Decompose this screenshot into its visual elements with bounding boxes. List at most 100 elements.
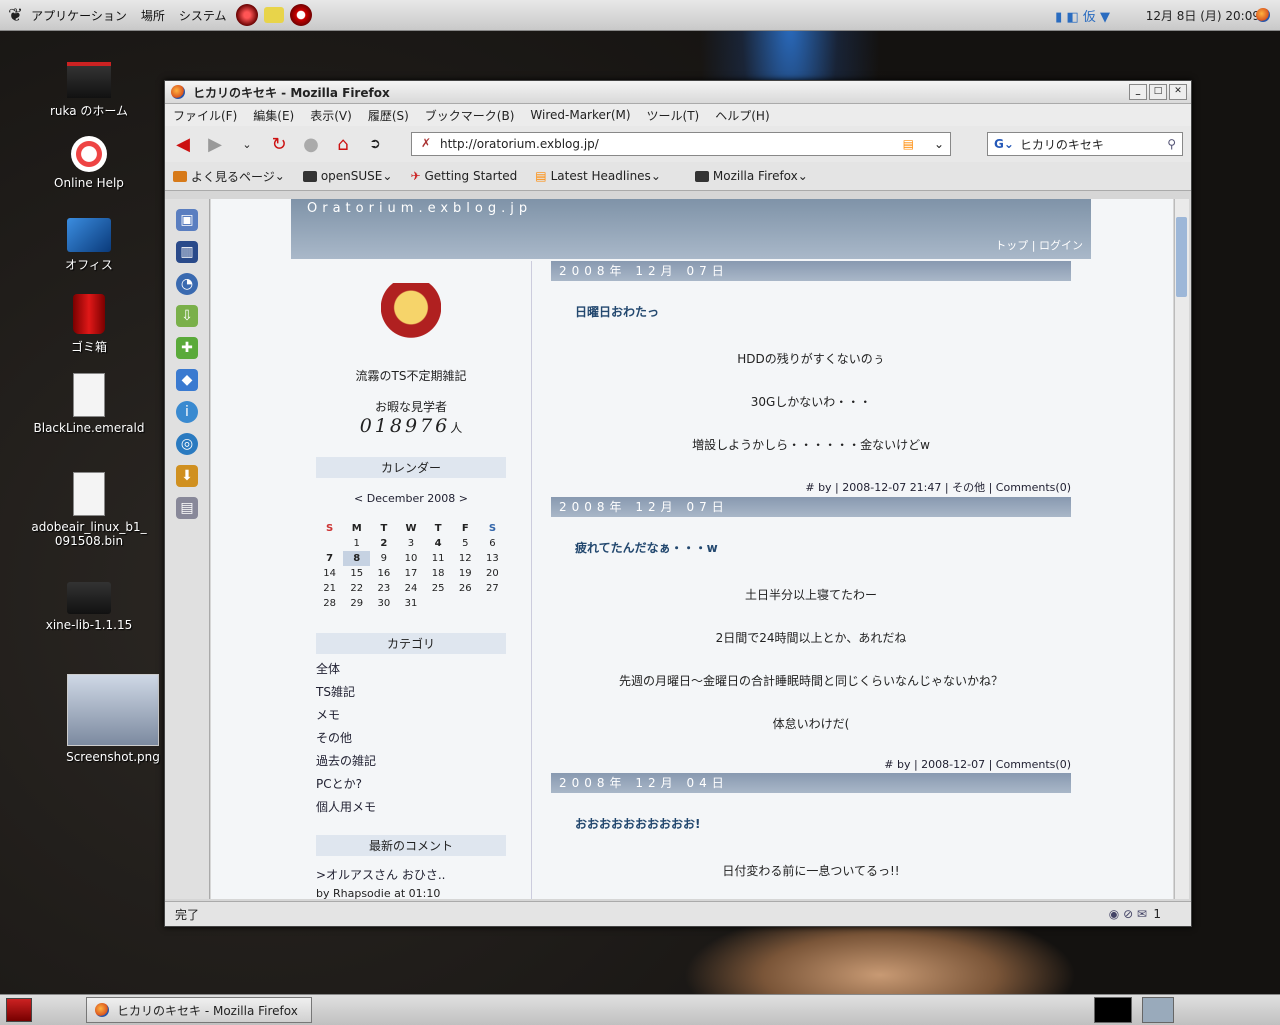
rss-icon[interactable]: ▤: [903, 137, 914, 151]
desktop-icon-help[interactable]: Online Help: [29, 136, 149, 190]
calendar-day[interactable]: 10: [397, 551, 424, 566]
window-titlebar[interactable]: ヒカリのキセキ - Mozilla Firefox _ □ ✕: [165, 81, 1191, 104]
search-input[interactable]: ヒカリのキセキ: [1020, 136, 1104, 153]
launcher-icon[interactable]: [235, 4, 258, 26]
calendar-day[interactable]: 7: [316, 551, 343, 566]
calendar-day[interactable]: 16: [370, 566, 397, 581]
addon-puzzle-icon[interactable]: ✚: [176, 337, 198, 359]
workspace-switcher-2[interactable]: [1142, 997, 1174, 1023]
desktop-icon-blackline[interactable]: BlackLine.emerald: [29, 373, 149, 435]
category-link[interactable]: 個人用メモ: [316, 798, 531, 815]
vertical-scrollbar[interactable]: [1174, 199, 1189, 899]
history-dropdown-icon[interactable]: ⌄: [233, 133, 261, 155]
calendar-day[interactable]: 15: [343, 566, 370, 581]
menu-wired-marker[interactable]: Wired-Marker(M): [522, 108, 638, 122]
calendar-day[interactable]: 9: [370, 551, 397, 566]
calendar-day[interactable]: 21: [316, 581, 343, 596]
desktop-icon-office[interactable]: オフィス: [29, 218, 149, 273]
calendar-day[interactable]: 26: [452, 581, 479, 596]
calendar-day[interactable]: 29: [343, 596, 370, 611]
calendar-day[interactable]: 27: [479, 581, 506, 596]
minimize-button[interactable]: _: [1129, 84, 1147, 100]
tray-icons[interactable]: ▮ ◧ 仮 ▼: [1055, 6, 1110, 25]
calendar-day[interactable]: 31: [397, 596, 424, 611]
calendar-day[interactable]: 18: [425, 566, 452, 581]
calendar-day[interactable]: 25: [425, 581, 452, 596]
menu-applications[interactable]: アプリケーション: [31, 7, 127, 24]
clock-icon[interactable]: ◔: [176, 273, 198, 295]
menu-bookmarks[interactable]: ブックマーク(B): [417, 107, 523, 124]
gnome-foot-icon[interactable]: ❦: [8, 5, 23, 26]
forward-button[interactable]: ▶: [201, 133, 229, 155]
post-title[interactable]: おおおおおおおおおお!: [575, 815, 1071, 832]
post-title[interactable]: 日曜日おわたっ: [575, 303, 1071, 320]
header-links[interactable]: トップ | ログイン: [995, 237, 1083, 253]
menu-edit[interactable]: 編集(E): [245, 107, 302, 124]
category-link[interactable]: TS雑記: [316, 683, 531, 700]
calendar-day[interactable]: 13: [479, 551, 506, 566]
post-meta[interactable]: # by | 2008-12-07 21:47 | その他 | Comments…: [551, 479, 1071, 495]
calendar-day[interactable]: 24: [397, 581, 424, 596]
category-link[interactable]: 過去の雑記: [316, 752, 531, 769]
workspace-switcher[interactable]: [1094, 997, 1132, 1023]
scrollbar-thumb[interactable]: [1176, 217, 1187, 297]
blog-site-name[interactable]: Oratorium.exblog.jp: [307, 201, 532, 216]
info-icon[interactable]: i: [176, 401, 198, 423]
calendar-day[interactable]: 5: [452, 536, 479, 551]
menu-places[interactable]: 場所: [141, 7, 165, 24]
power-icon[interactable]: [289, 4, 312, 26]
bookmark-getting-started[interactable]: ✈ Getting Started: [410, 169, 517, 183]
close-button[interactable]: ✕: [1169, 84, 1187, 100]
bookmark-mozilla-firefox[interactable]: Mozilla Firefox ⌄: [694, 169, 808, 183]
menu-tools[interactable]: ツール(T): [639, 107, 708, 124]
reload-icon[interactable]: ↻: [265, 133, 293, 155]
url-dropdown-icon[interactable]: ⌄: [934, 137, 944, 151]
calendar-day[interactable]: 6: [479, 536, 506, 551]
taskbar-button-firefox[interactable]: ヒカリのキセキ - Mozilla Firefox: [86, 997, 312, 1023]
calendar-day[interactable]: 2: [370, 536, 397, 551]
calendar-day[interactable]: 11: [425, 551, 452, 566]
calendar-month[interactable]: < December 2008 >: [316, 492, 506, 505]
post-title[interactable]: 疲れてたんだなぁ・・・w: [575, 539, 1071, 556]
calendar-day[interactable]: 28: [316, 596, 343, 611]
stop-icon[interactable]: ●: [297, 133, 325, 155]
calendar-day[interactable]: 14: [316, 566, 343, 581]
search-icon[interactable]: ⚲: [1167, 137, 1176, 151]
calendar-day[interactable]: 22: [343, 581, 370, 596]
menu-help[interactable]: ヘルプ(H): [707, 107, 777, 124]
url-bar[interactable]: ✗ http://oratorium.exblog.jp/ ▤ ⌄: [411, 132, 951, 156]
calendar-day[interactable]: 1: [343, 536, 370, 551]
bookmark-most-visited[interactable]: よく見るページ ⌄: [173, 168, 285, 185]
category-link[interactable]: 全体: [316, 660, 531, 677]
calendar-day[interactable]: 19: [452, 566, 479, 581]
status-icons[interactable]: ◉ ⊘ ✉: [1109, 907, 1147, 921]
menu-system[interactable]: システム: [179, 7, 227, 24]
calendar-day[interactable]: 30: [370, 596, 397, 611]
globe-icon[interactable]: ◎: [176, 433, 198, 455]
search-box[interactable]: G⌄ ヒカリのキセキ ⚲: [987, 132, 1183, 156]
category-link[interactable]: その他: [316, 729, 531, 746]
desktop-icon-trash[interactable]: ゴミ箱: [29, 294, 149, 355]
show-desktop-icon[interactable]: [6, 998, 32, 1022]
calendar-day[interactable]: [479, 596, 506, 611]
firefox-tray-icon[interactable]: [1256, 8, 1270, 22]
search-engine-icon[interactable]: G⌄: [994, 137, 1014, 151]
calendar-day[interactable]: 20: [479, 566, 506, 581]
calendar-day[interactable]: 8: [343, 551, 371, 566]
arrow-down-icon[interactable]: ⬇: [176, 465, 198, 487]
post-meta[interactable]: # by | 2008-12-07 | Comments(0): [551, 758, 1071, 771]
calendar-day[interactable]: 3: [397, 536, 424, 551]
home-icon[interactable]: ⌂: [329, 133, 357, 155]
desktop-icon-xine[interactable]: xine-lib-1.1.15: [29, 582, 149, 632]
menu-file[interactable]: ファイル(F): [165, 107, 245, 124]
extension-icon[interactable]: ◆: [176, 369, 198, 391]
calendar-day[interactable]: [316, 536, 343, 551]
calendar-day[interactable]: [425, 596, 452, 611]
book-icon[interactable]: ▥: [176, 241, 198, 263]
image-icon[interactable]: ▣: [176, 209, 198, 231]
go-icon[interactable]: ➲: [361, 133, 389, 155]
calendar-day[interactable]: 12: [452, 551, 479, 566]
menu-view[interactable]: 表示(V): [302, 107, 360, 124]
calendar-day[interactable]: 17: [397, 566, 424, 581]
desktop-icon-screenshot[interactable]: Screenshot.png: [53, 674, 173, 764]
